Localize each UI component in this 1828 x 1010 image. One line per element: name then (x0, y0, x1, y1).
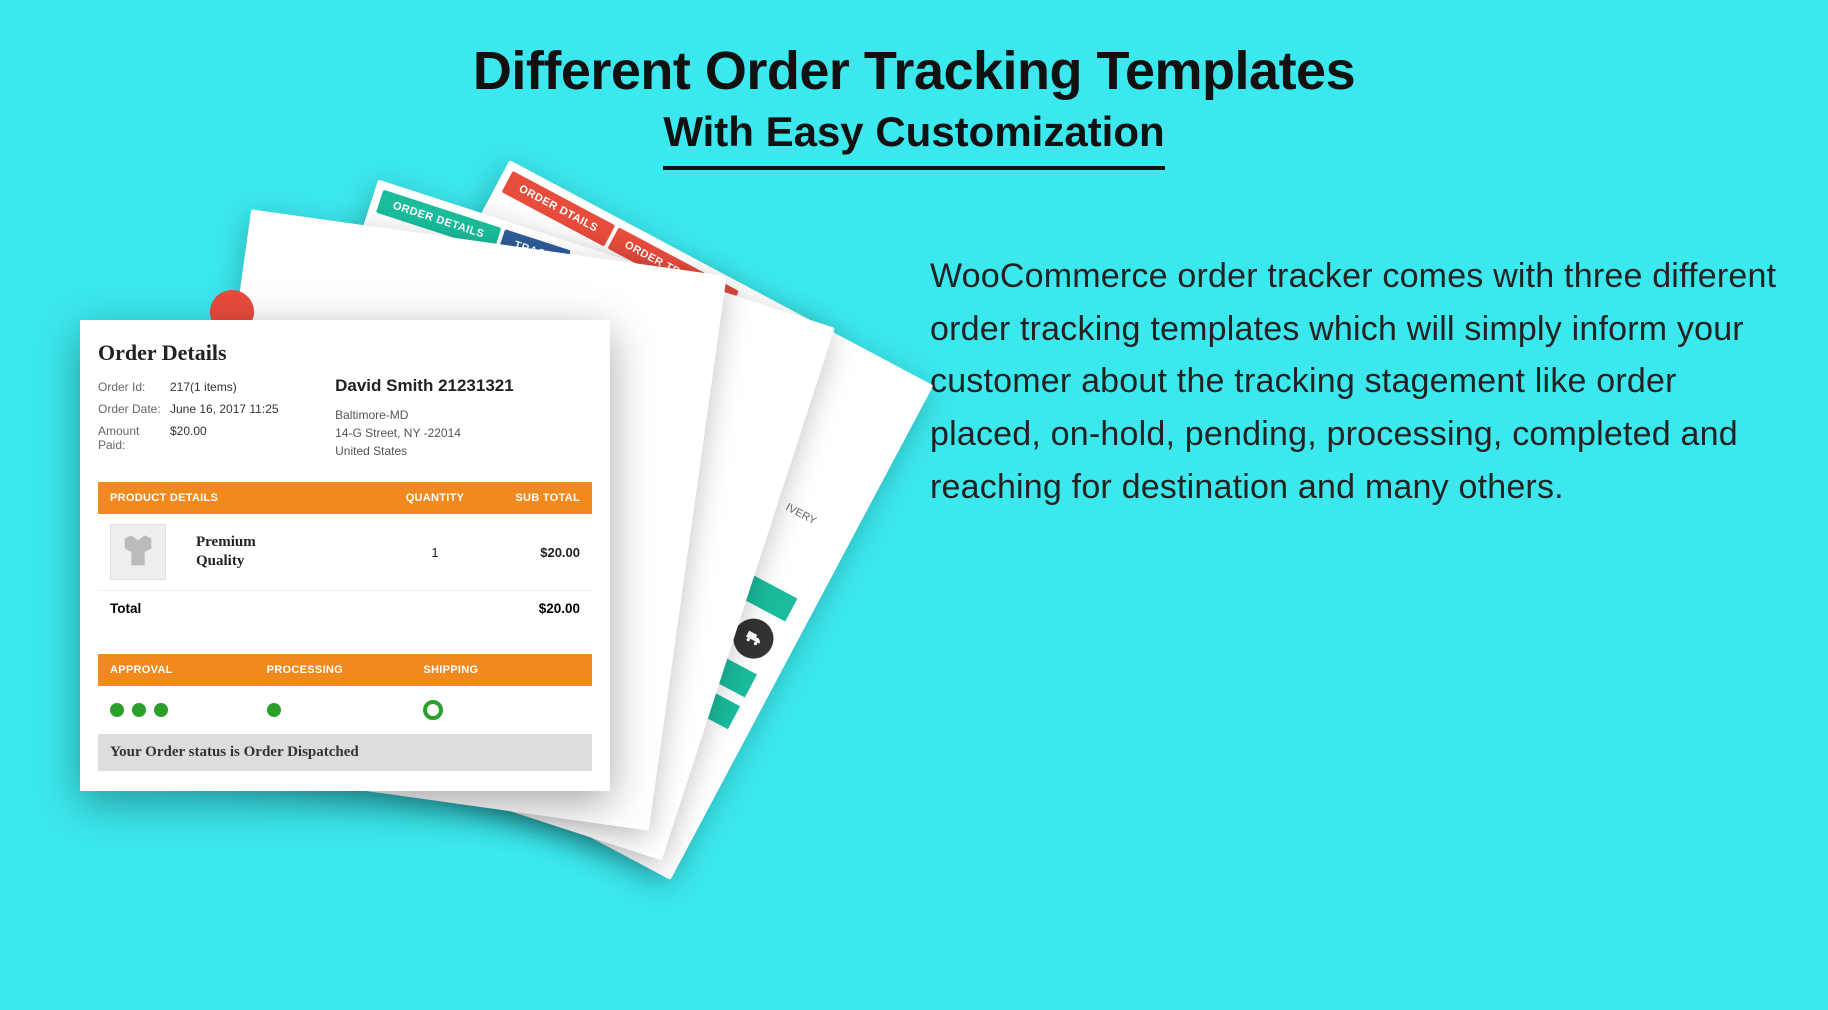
order-details-card: Order Details Order Id: 217(1 items) Ord… (80, 320, 610, 791)
total-value: $20.00 (539, 601, 580, 616)
progress-dot (154, 703, 168, 717)
product-qty: 1 (390, 545, 480, 560)
amount-paid-value: $20.00 (170, 424, 207, 452)
order-id-label: Order Id: (98, 380, 170, 394)
address-line-2: 14-G Street, NY -22014 (335, 424, 592, 442)
progress-dot (132, 703, 146, 717)
product-subtotal: $20.00 (480, 545, 580, 560)
stage-processing: PROCESSING (267, 664, 424, 676)
description-text: WooCommerce order tracker comes with thr… (930, 250, 1788, 513)
order-status-text: Your Order status is Order Dispatched (98, 734, 592, 771)
progress-dot (267, 703, 281, 717)
col-subtotal: SUB TOTAL (480, 492, 580, 504)
progress-current-icon (423, 700, 443, 720)
address-line-1: Baltimore-MD (335, 406, 592, 424)
product-name-line2: Quality (196, 552, 390, 572)
col-product-details: PRODUCT DETAILS (110, 492, 390, 504)
stage-approval: APPROVAL (110, 664, 267, 676)
stage-shipping: SHIPPING (423, 664, 580, 676)
order-details-heading: Order Details (98, 340, 592, 366)
order-date-value: June 16, 2017 11:25 (170, 402, 279, 416)
progress-dot (110, 703, 124, 717)
order-date-label: Order Date: (98, 402, 170, 416)
templates-illustration: ORDER DTAILS ORDER TRACKING IVERY Delive… (40, 220, 870, 940)
product-row: Premium Quality 1 $20.00 (98, 514, 592, 590)
tracking-progress (98, 686, 592, 734)
product-name-line1: Premium (196, 533, 390, 553)
total-label: Total (110, 601, 141, 616)
order-id-value: 217(1 items) (170, 380, 237, 394)
product-thumbnail (110, 524, 166, 580)
col-quantity: QUANTITY (390, 492, 480, 504)
address-line-3: United States (335, 442, 592, 460)
customer-name: David Smith 21231321 (335, 376, 592, 396)
page-subtitle: With Easy Customization (663, 108, 1164, 170)
amount-paid-label: Amount Paid: (98, 424, 170, 452)
page-title: Different Order Tracking Templates (0, 40, 1828, 102)
